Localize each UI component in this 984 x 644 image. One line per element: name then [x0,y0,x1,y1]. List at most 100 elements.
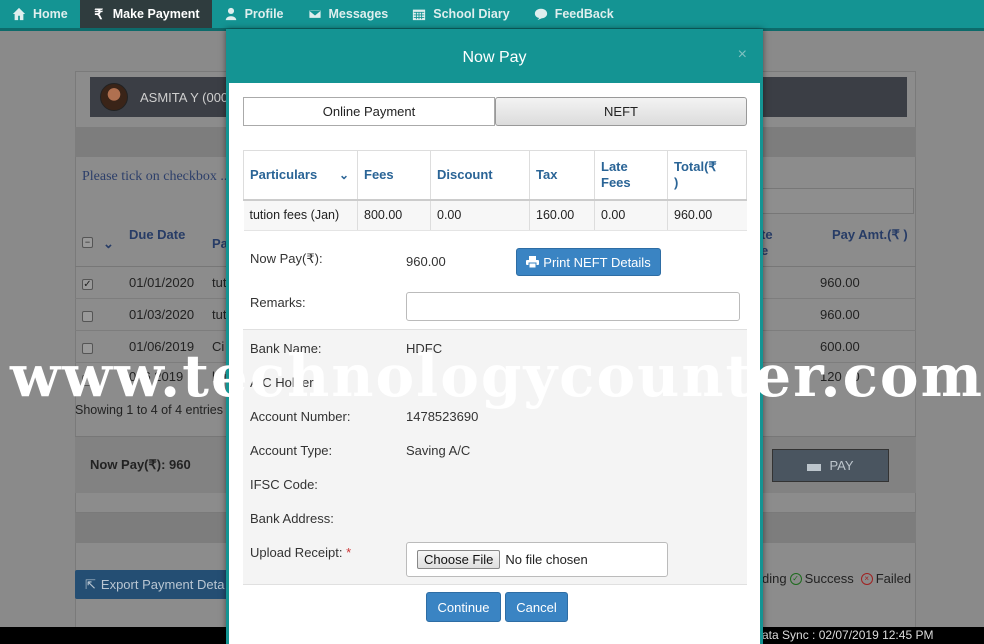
modal-header: Now Pay × [229,32,760,83]
home-icon [12,7,26,21]
nav-feedback[interactable]: FeedBack [522,0,626,28]
nav-profile-label: Profile [244,7,284,21]
close-icon[interactable]: × [738,46,747,64]
cancel-button[interactable]: Cancel [505,592,568,622]
row-checkbox[interactable] [82,343,93,354]
row-pay-amount: 960.00 [820,307,860,322]
fee-table: Particulars ⌄ Fees Discount Tax Late Fee… [243,150,747,231]
modal-body: Online Payment NEFT Particulars ⌄ Fees D… [243,97,747,622]
row-due-date: 01/01/2020 [129,275,195,290]
upload-receipt-field[interactable]: Choose File No file chosen [406,542,668,577]
success-icon: ✓ [789,572,802,585]
chat-icon [534,8,547,21]
header-total[interactable]: Total(₹ ) [667,150,747,201]
print-neft-label: Print NEFT Details [543,254,651,270]
search-input[interactable] [760,188,914,214]
account-type-label: Account Type: [250,443,333,458]
card-icon [807,460,822,471]
chevron-down-icon: ⌄ [338,167,349,182]
now-pay-value: 960.00 [406,254,446,269]
header-particulars[interactable]: Particulars ⌄ [243,150,358,201]
fee-table-header: Particulars ⌄ Fees Discount Tax Late Fee… [243,150,747,201]
row-checkbox[interactable] [82,311,93,322]
nav-make-payment-label: Make Payment [112,7,200,21]
now-pay-total: Now Pay(₹): 960 [90,457,191,472]
calendar-icon [413,9,426,21]
nav-home-label: Home [33,7,68,21]
header-due-date[interactable]: Due Date [129,227,189,243]
row-checkbox[interactable]: ✓ [82,279,93,290]
table-row: tution fees (Jan) 800.00 0.00 160.00 0.0… [243,199,747,231]
table-info: Showing 1 to 4 of 4 entries [75,403,224,417]
nav-school-diary[interactable]: School Diary [400,0,521,28]
cell-tax: 160.00 [529,199,595,231]
upload-receipt-label: Upload Receipt: * [250,545,351,560]
rupee-icon: ₹ [94,5,104,22]
account-type-value: Saving A/C [406,443,471,458]
avatar [100,83,128,111]
cell-late-fees: 0.00 [594,199,668,231]
modal-title: Now Pay [462,48,527,66]
nav-profile[interactable]: Profile [212,0,296,28]
nav-school-diary-label: School Diary [433,7,510,21]
legend-failed: Failed [875,571,912,586]
printer-icon [526,256,540,268]
cell-fees: 800.00 [357,199,431,231]
data-sync-text: ata Sync : 02/07/2019 12:45 PM [762,628,934,642]
payment-tabs: Online Payment NEFT [243,97,747,126]
export-label: Export Payment Deta [100,577,225,592]
bank-name-label: Bank Name: [250,341,322,356]
export-payment-button[interactable]: ⇱ Export Payment Deta [75,570,230,599]
header-tax[interactable]: Tax [529,150,595,201]
header-discount[interactable]: Discount [430,150,530,201]
row-due-date: 01/03/2020 [129,307,195,322]
header-late-date[interactable]: te e [761,227,775,259]
nav-make-payment[interactable]: ₹ Make Payment [79,0,212,28]
row-checkbox[interactable] [82,375,93,386]
pay-button-label: PAY [829,458,854,473]
cell-discount: 0.00 [430,199,530,231]
now-pay-modal: Now Pay × Online Payment NEFT Particular… [226,29,763,644]
holder-label: A/C Holder: [250,375,318,390]
row-particular: tut [212,307,227,322]
row-due-date: 01/06/2019 [129,339,195,354]
row-pay-amount: 600.00 [820,339,860,354]
student-name: ASMITA Y (000 [140,89,229,105]
print-neft-button[interactable]: Print NEFT Details [516,248,661,276]
header-particulars-label: Particulars [250,166,318,182]
row-particular: Ci [212,339,225,354]
account-number-label: Account Number: [250,409,351,424]
upload-receipt-text: Upload Receipt: [250,545,343,560]
account-number-value: 1478523690 [406,409,479,424]
status-legend: ding ✓ Success × Failed [762,571,911,586]
row-pay-amount: 120 00 [820,369,860,384]
header-pay-amount[interactable]: Pay Amt.(₹ ) [832,227,912,243]
remarks-label: Remarks: [250,295,306,310]
continue-button[interactable]: Continue [426,592,501,622]
export-icon: ⇱ [85,576,96,592]
header-fees[interactable]: Fees [357,150,431,201]
nav-feedback-label: FeedBack [554,7,614,21]
row-pay-amount: 960.00 [820,275,860,290]
choose-file-button[interactable]: Choose File [417,550,501,569]
top-navbar: Home ₹ Make Payment Profile Messages Sch… [0,0,984,31]
header-late-fees[interactable]: Late Fees [594,150,668,201]
nav-home[interactable]: Home [0,0,80,28]
nav-messages[interactable]: Messages [296,0,401,28]
pay-button[interactable]: PAY [772,449,889,482]
row-particular: bu [212,369,227,384]
cell-particulars: tution fees (Jan) [243,199,358,231]
required-marker: * [346,545,352,560]
envelope-icon [307,9,322,19]
tab-online-payment[interactable]: Online Payment [243,97,495,126]
cell-total: 960.00 [667,199,747,231]
select-all-checkbox[interactable]: − [82,237,93,248]
checkbox-hint: Please tick on checkbox ... [82,169,231,184]
chevron-down-icon: ⌄ [103,236,114,251]
tab-neft[interactable]: NEFT [495,97,747,126]
failed-icon: × [860,572,873,585]
remarks-input[interactable] [406,292,740,321]
ifsc-label: IFSC Code: [250,477,318,492]
legend-pending: ding [762,571,787,586]
legend-success: Success [804,571,854,586]
